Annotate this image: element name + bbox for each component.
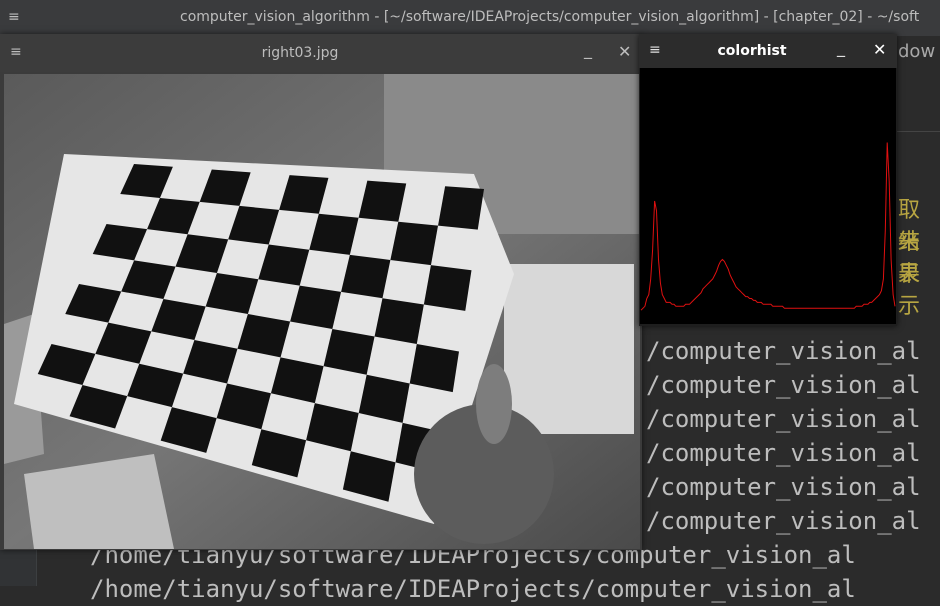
peek-text: dow — [898, 41, 936, 62]
divider — [892, 131, 940, 132]
comment-line-2: 来表示 — [898, 230, 921, 319]
minimize-icon[interactable]: _ — [584, 40, 592, 59]
ide-title-bar: ≡ computer_vision_algorithm - [~/softwar… — [0, 0, 940, 36]
histogram-svg — [640, 142, 896, 311]
histogram-window-titlebar[interactable]: ≡ colorhist _ ✕ — [639, 34, 897, 68]
console-line: /home/tianyu/software/IDEAProjects/compu… — [90, 575, 856, 603]
minimize-icon[interactable]: _ — [837, 38, 845, 57]
image-window-titlebar[interactable]: ≡ right03.jpg _ ✕ — [0, 34, 642, 72]
close-icon[interactable]: ✕ — [618, 42, 631, 61]
image-canvas — [4, 74, 640, 549]
histogram-plot — [640, 68, 896, 324]
histogram-window-title: colorhist — [717, 43, 787, 59]
editor-right-peek: dow 取结果 来表示 — [892, 36, 940, 336]
image-window-title: right03.jpg — [261, 45, 339, 61]
image-window[interactable]: ≡ right03.jpg _ ✕ — [0, 34, 642, 550]
checker-square — [390, 221, 439, 266]
checker-square — [341, 254, 391, 299]
ide-window-title: computer_vision_algorithm - [~/software/… — [180, 9, 920, 25]
histogram-series-line — [640, 142, 896, 311]
checker-square — [409, 344, 459, 393]
hamburger-icon[interactable]: ≡ — [8, 9, 24, 25]
checkerboard-photo — [4, 74, 640, 549]
checker-square — [374, 298, 424, 344]
checker-square — [423, 265, 472, 311]
checker-square — [438, 186, 484, 230]
close-icon[interactable]: ✕ — [873, 40, 886, 59]
histogram-window[interactable]: ≡ colorhist _ ✕ — [639, 34, 897, 326]
